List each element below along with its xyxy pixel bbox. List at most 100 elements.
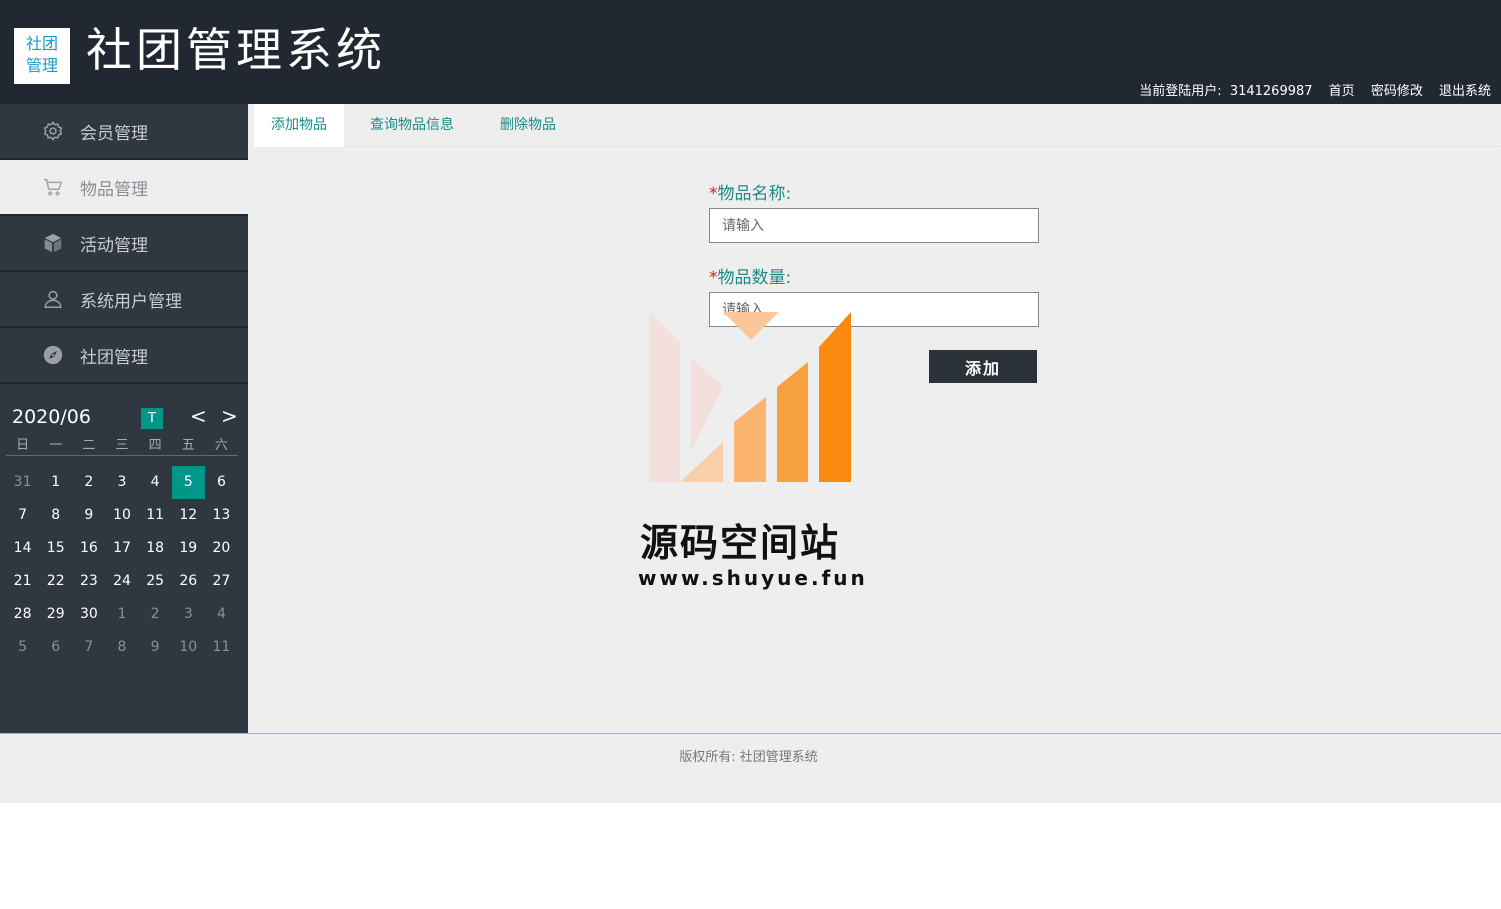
watermark-logo-icon: [649, 312, 851, 482]
calendar: 2020/06 T < > 日 一 二 三 四 五 六 31 1 2 3 4 5…: [6, 404, 238, 664]
app-header: 社团 管理 社团管理系统 当前登陆用户: 3141269987 首页 密码修改 …: [0, 0, 1501, 104]
weekday-label: 五: [181, 438, 195, 453]
calendar-day[interactable]: 17: [105, 532, 138, 565]
calendar-day[interactable]: 14: [6, 532, 39, 565]
weekday-label: 一: [49, 438, 63, 453]
main-content: 添加物品 查询物品信息 删除物品 *物品名称: *物品数量: 添加 源码空间站 …: [248, 104, 1501, 733]
calendar-grid: 31 1 2 3 4 5 6 7 8 9 10 11 12 13 14 15 1…: [6, 466, 238, 664]
calendar-day[interactable]: 15: [39, 532, 72, 565]
calendar-day[interactable]: 22: [39, 565, 72, 598]
item-quantity-label: *物品数量:: [709, 263, 791, 288]
calendar-day[interactable]: 6: [39, 631, 72, 664]
calendar-day[interactable]: 2: [139, 598, 172, 631]
tab-add-item[interactable]: 添加物品: [254, 104, 344, 147]
weekday-label: 四: [148, 438, 162, 453]
calendar-week-row: 28 29 30 1 2 3 4: [6, 598, 238, 631]
calendar-week-row: 31 1 2 3 4 5 6: [6, 466, 238, 499]
calendar-day[interactable]: 1: [39, 466, 72, 499]
calendar-day[interactable]: 7: [6, 499, 39, 532]
calendar-next-button[interactable]: >: [221, 404, 238, 428]
calendar-day[interactable]: 26: [172, 565, 205, 598]
sidebar-item-label: 系统用户管理: [80, 291, 182, 312]
item-quantity-input[interactable]: [709, 292, 1039, 327]
calendar-day[interactable]: 23: [72, 565, 105, 598]
gear-icon: [42, 120, 64, 142]
logo-line-2: 管理: [25, 56, 58, 75]
sidebar-item-activities[interactable]: 活动管理: [0, 216, 248, 272]
logout-link[interactable]: 退出系统: [1439, 84, 1491, 99]
calendar-prev-button[interactable]: <: [190, 404, 207, 428]
calendar-day-selected[interactable]: 5: [171, 466, 205, 499]
calendar-day[interactable]: 7: [72, 631, 105, 664]
calendar-day[interactable]: 19: [172, 532, 205, 565]
calendar-day[interactable]: 20: [205, 532, 238, 565]
calendar-day[interactable]: 18: [139, 532, 172, 565]
calendar-week-row: 21 22 23 24 25 26 27: [6, 565, 238, 598]
calendar-day[interactable]: 31: [6, 466, 39, 499]
calendar-day[interactable]: 21: [6, 565, 39, 598]
weekday-label: 三: [115, 438, 129, 453]
home-link[interactable]: 首页: [1329, 84, 1355, 99]
user-bar: 当前登陆用户: 3141269987 首页 密码修改 退出系统: [1139, 80, 1491, 99]
item-name-label: *物品名称:: [709, 179, 791, 204]
sidebar-item-label: 物品管理: [80, 179, 148, 200]
calendar-day[interactable]: 10: [105, 499, 138, 532]
add-button[interactable]: 添加: [929, 350, 1037, 383]
sidebar-item-members[interactable]: 会员管理: [0, 104, 248, 160]
calendar-day[interactable]: 25: [139, 565, 172, 598]
cart-icon: [42, 176, 64, 198]
calendar-day[interactable]: 30: [72, 598, 105, 631]
calendar-day[interactable]: 8: [39, 499, 72, 532]
sidebar-item-items[interactable]: 物品管理: [0, 160, 248, 216]
calendar-day[interactable]: 11: [139, 499, 172, 532]
sidebar: 会员管理 物品管理 活动管理 系统用户管理 社团管理 2020/06 T < >: [0, 104, 248, 733]
calendar-weekdays: 日 一 二 三 四 五 六: [6, 434, 238, 456]
calendar-month: 2020/06: [12, 406, 91, 428]
calendar-day[interactable]: 10: [172, 631, 205, 664]
current-user-label: 当前登陆用户:: [1139, 84, 1222, 99]
calendar-day[interactable]: 2: [72, 466, 105, 499]
sidebar-item-system-users[interactable]: 系统用户管理: [0, 272, 248, 328]
tab-bar: 添加物品 查询物品信息 删除物品: [254, 104, 1500, 147]
cube-icon: [42, 232, 64, 254]
calendar-day[interactable]: 12: [172, 499, 205, 532]
calendar-day[interactable]: 4: [139, 466, 172, 499]
calendar-day[interactable]: 4: [205, 598, 238, 631]
required-mark: *: [709, 268, 718, 288]
calendar-day[interactable]: 29: [39, 598, 72, 631]
calendar-day[interactable]: 3: [105, 466, 138, 499]
calendar-day[interactable]: 16: [72, 532, 105, 565]
calendar-week-row: 7 8 9 10 11 12 13: [6, 499, 238, 532]
tab-query-items[interactable]: 查询物品信息: [353, 104, 471, 147]
logo-line-1: 社团: [25, 34, 58, 53]
footer: 版权所有: 社团管理系统: [0, 733, 1501, 803]
calendar-day[interactable]: 13: [205, 499, 238, 532]
weekday-label: 二: [82, 438, 96, 453]
calendar-day[interactable]: 11: [205, 631, 238, 664]
sidebar-item-label: 活动管理: [80, 235, 148, 256]
calendar-day[interactable]: 8: [105, 631, 138, 664]
calendar-day[interactable]: 3: [172, 598, 205, 631]
change-password-link[interactable]: 密码修改: [1371, 84, 1423, 99]
calendar-day[interactable]: 28: [6, 598, 39, 631]
calendar-day[interactable]: 5: [6, 631, 39, 664]
watermark: 源码空间站 www.shuyue.fun: [638, 312, 868, 602]
watermark-title: 源码空间站: [640, 521, 841, 565]
calendar-today-button[interactable]: T: [141, 408, 163, 429]
weekday-label: 日: [16, 438, 30, 453]
calendar-day[interactable]: 24: [105, 565, 138, 598]
app-logo: 社团 管理: [14, 28, 70, 84]
calendar-day[interactable]: 27: [205, 565, 238, 598]
calendar-day[interactable]: 1: [105, 598, 138, 631]
item-name-input[interactable]: [709, 208, 1039, 243]
compass-icon: [42, 344, 64, 366]
calendar-day[interactable]: 9: [139, 631, 172, 664]
current-user-id: 3141269987: [1229, 84, 1313, 99]
calendar-day[interactable]: 6: [205, 466, 238, 499]
calendar-day[interactable]: 9: [72, 499, 105, 532]
sidebar-item-label: 社团管理: [80, 347, 148, 368]
tab-delete-item[interactable]: 删除物品: [483, 104, 573, 147]
required-mark: *: [709, 184, 718, 204]
sidebar-item-label: 会员管理: [80, 123, 148, 144]
sidebar-item-clubs[interactable]: 社团管理: [0, 328, 248, 384]
